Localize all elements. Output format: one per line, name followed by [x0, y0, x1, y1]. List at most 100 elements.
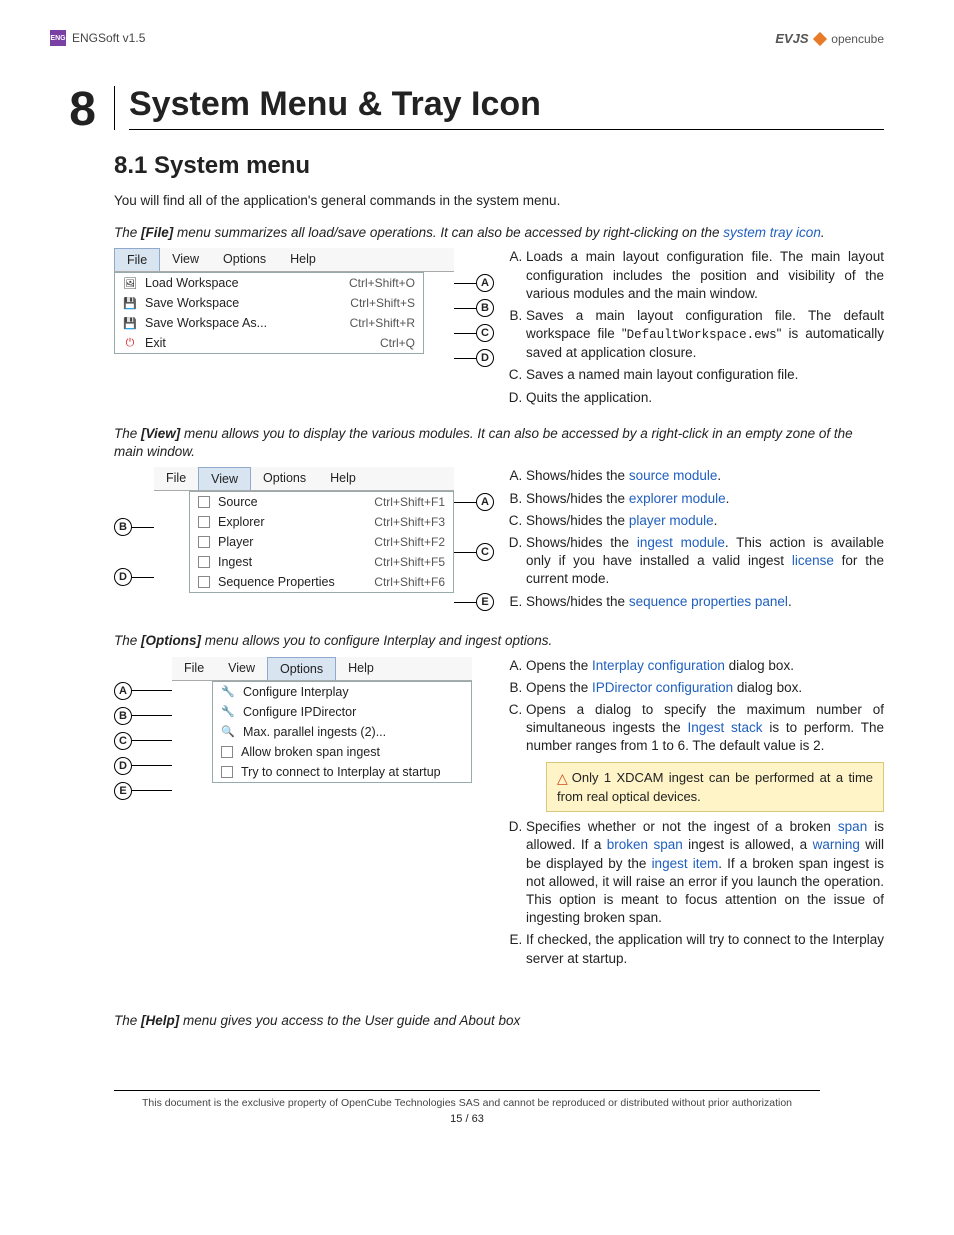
menu-options[interactable]: Options — [211, 248, 278, 271]
view-note: The [View] menu allows you to display th… — [114, 425, 884, 461]
file-description-list: Loads a main layout configuration file. … — [504, 248, 884, 406]
opt-desc-d: Specifies whether or not the ingest of a… — [526, 818, 884, 927]
menu-item-ingest[interactable]: IngestCtrl+Shift+F5 — [190, 552, 453, 572]
link-span[interactable]: span — [838, 819, 867, 834]
menu-file2[interactable]: File — [154, 467, 198, 490]
opt-desc-e: If checked, the application will try to … — [526, 931, 884, 967]
opencube-logo-text: opencube — [831, 32, 884, 46]
save-icon: 💾 — [123, 296, 137, 310]
callout-b: B — [476, 299, 494, 317]
footer-disclaimer: This document is the exclusive property … — [50, 1097, 884, 1109]
warning-box: △Only 1 XDCAM ingest can be performed at… — [546, 762, 884, 813]
header-bar: ENG ENGSoft v1.5 EVJS opencube — [50, 30, 884, 46]
menu-item-load-workspace[interactable]: 🖼Load WorkspaceCtrl+Shift+O — [115, 273, 423, 293]
file-note: The [File] menu summarizes all load/save… — [114, 224, 884, 242]
callout-e-view: E — [476, 593, 494, 611]
page-number: 15 / 63 — [50, 1113, 884, 1125]
link-warning[interactable]: warning — [813, 837, 860, 852]
save-as-icon: 💾 — [123, 316, 137, 330]
cube-icon — [813, 32, 827, 46]
menu-item-save-workspace[interactable]: 💾Save WorkspaceCtrl+Shift+S — [115, 293, 423, 313]
menu-item-save-workspace-as[interactable]: 💾Save Workspace As...Ctrl+Shift+R — [115, 313, 423, 333]
menu-options2[interactable]: Options — [251, 467, 318, 490]
view-description-list: Shows/hides the source module. Shows/hid… — [504, 467, 884, 611]
link-ipdirector-config[interactable]: IPDirector configuration — [592, 680, 733, 695]
menu-file[interactable]: File — [114, 248, 160, 271]
checkbox-icon — [198, 496, 210, 508]
app-icon: ENG — [50, 30, 66, 46]
menu-help3[interactable]: Help — [336, 657, 386, 680]
file-desc-b: Saves a main layout configuration file. … — [526, 307, 884, 362]
menu-item-configure-ipdirector[interactable]: 🔧Configure IPDirector — [213, 702, 471, 722]
link-sequence-properties[interactable]: sequence properties panel — [629, 594, 788, 609]
callout-a-view: A — [476, 493, 494, 511]
options-note: The [Options] menu allows you to configu… — [114, 632, 884, 650]
checkbox-icon — [198, 576, 210, 588]
file-desc-a: Loads a main layout configuration file. … — [526, 248, 884, 303]
view-desc-a: Shows/hides the source module. — [526, 467, 884, 485]
menu-view3[interactable]: View — [216, 657, 267, 680]
chapter-title: System Menu & Tray Icon — [129, 86, 884, 130]
callout-d: D — [476, 349, 494, 367]
menu-item-configure-interplay[interactable]: 🔧Configure Interplay — [213, 682, 471, 702]
view-desc-c: Shows/hides the player module. — [526, 512, 884, 530]
link-source-module[interactable]: source module — [629, 468, 718, 483]
exit-icon: ⏻ — [123, 336, 137, 350]
callout-d-opt: D — [114, 757, 132, 775]
menu-help[interactable]: Help — [278, 248, 328, 271]
callout-e-opt: E — [114, 782, 132, 800]
gear-icon: 🔧 — [221, 685, 235, 699]
link-player-module[interactable]: player module — [629, 513, 714, 528]
menu-help2[interactable]: Help — [318, 467, 368, 490]
app-name: ENGSoft v1.5 — [72, 31, 145, 45]
menu-item-max-parallel-ingests[interactable]: 🔍Max. parallel ingests (2)... — [213, 722, 471, 742]
menu-item-source[interactable]: SourceCtrl+Shift+F1 — [190, 492, 453, 512]
menu-view2[interactable]: View — [198, 467, 251, 490]
menu-item-allow-broken-span[interactable]: Allow broken span ingest — [213, 742, 471, 762]
file-dropdown: 🖼Load WorkspaceCtrl+Shift+O 💾Save Worksp… — [114, 272, 424, 354]
link-ingest-stack[interactable]: Ingest stack — [687, 720, 762, 735]
options-description-list: Opens the Interplay configuration dialog… — [504, 657, 884, 968]
link-broken-span[interactable]: broken span — [607, 837, 683, 852]
warning-icon: △ — [557, 769, 568, 788]
menu-item-connect-interplay-startup[interactable]: Try to connect to Interplay at startup — [213, 762, 471, 782]
file-menubar: File View Options Help — [114, 248, 454, 272]
menu-view[interactable]: View — [160, 248, 211, 271]
link-license[interactable]: license — [792, 553, 834, 568]
callout-b-view: B — [114, 518, 132, 536]
link-ingest-item[interactable]: ingest item — [652, 856, 719, 871]
menu-item-exit[interactable]: ⏻ExitCtrl+Q — [115, 333, 423, 353]
brand-logo: EVJS opencube — [775, 31, 884, 46]
gear-icon: 🔧 — [221, 705, 235, 719]
menu-options3[interactable]: Options — [267, 657, 336, 680]
callout-c-view: C — [476, 543, 494, 561]
chapter-number: 8 — [50, 86, 96, 134]
file-desc-c: Saves a named main layout configuration … — [526, 366, 884, 384]
intro-text: You will find all of the application's g… — [114, 192, 884, 210]
menu-item-explorer[interactable]: ExplorerCtrl+Shift+F3 — [190, 512, 453, 532]
view-desc-b: Shows/hides the explorer module. — [526, 490, 884, 508]
link-interplay-config[interactable]: Interplay configuration — [592, 658, 725, 673]
link-system-tray-icon[interactable]: system tray icon — [723, 225, 821, 240]
checkbox-icon — [221, 746, 233, 758]
section-title: 8.1 System menu — [114, 152, 884, 180]
checkbox-icon — [198, 536, 210, 548]
menu-file3[interactable]: File — [172, 657, 216, 680]
opt-desc-a: Opens the Interplay configuration dialog… — [526, 657, 884, 675]
opt-desc-b: Opens the IPDirector configuration dialo… — [526, 679, 884, 697]
link-explorer-module[interactable]: explorer module — [629, 491, 726, 506]
callout-c: C — [476, 324, 494, 342]
file-desc-d: Quits the application. — [526, 389, 884, 407]
menu-item-sequence-properties[interactable]: Sequence PropertiesCtrl+Shift+F6 — [190, 572, 453, 592]
load-icon: 🖼 — [123, 276, 137, 290]
evs-logo-text: EVJS — [775, 31, 808, 46]
view-desc-e: Shows/hides the sequence properties pane… — [526, 593, 884, 611]
checkbox-icon — [198, 516, 210, 528]
menu-item-player[interactable]: PlayerCtrl+Shift+F2 — [190, 532, 453, 552]
callout-d-view: D — [114, 568, 132, 586]
opt-desc-c: Opens a dialog to specify the maximum nu… — [526, 701, 884, 812]
checkbox-icon — [198, 556, 210, 568]
help-note: The [Help] menu gives you access to the … — [114, 1012, 884, 1030]
search-icon: 🔍 — [221, 725, 235, 739]
link-ingest-module[interactable]: ingest module — [637, 535, 725, 550]
